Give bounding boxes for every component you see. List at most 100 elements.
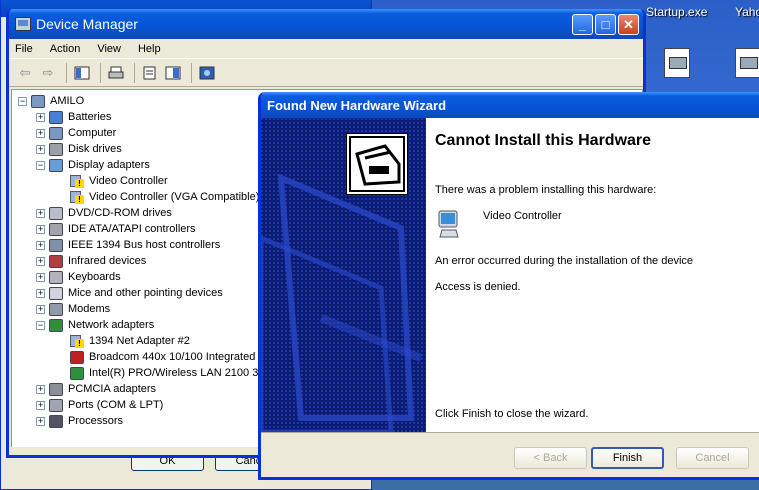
device-name: Video Controller — [483, 210, 562, 222]
tree-node-label: IDE ATA/ATAPI controllers — [68, 223, 196, 235]
tree-node-label: Processors — [68, 415, 124, 427]
collapse-icon[interactable]: − — [36, 160, 45, 170]
tree-node-label: Batteries — [68, 111, 112, 123]
mouse-icon — [49, 286, 63, 300]
tree-node-label: Intel(R) PRO/Wireless LAN 2100 3B — [89, 367, 266, 379]
processor-icon — [49, 414, 63, 428]
expand-icon[interactable]: + — [36, 208, 45, 218]
expand-icon[interactable]: + — [36, 224, 45, 234]
wizard-content-panel: Cannot Install this Hardware There was a… — [426, 118, 759, 432]
tree-node-label: Disk drives — [68, 143, 122, 155]
tree-node-label: Modems — [68, 303, 111, 315]
battery-icon — [49, 110, 63, 124]
warning-network-icon — [70, 334, 84, 348]
toolbar: ⇦ ⇨ — [9, 59, 643, 87]
tree-node-label: Video Controller — [89, 175, 168, 187]
error-text: An error occurred during the installatio… — [435, 255, 694, 267]
close-button[interactable]: ✕ — [618, 14, 639, 35]
help-icon[interactable] — [163, 63, 183, 83]
collapse-icon[interactable]: − — [36, 320, 45, 330]
tree-node-label: Ports (COM & LPT) — [68, 399, 164, 411]
wizard-heading: Cannot Install this Hardware — [435, 132, 652, 149]
tree-node-label: Mice and other pointing devices — [68, 287, 223, 299]
window-title: Device Manager — [36, 16, 138, 32]
tree-node-label: IEEE 1394 Bus host controllers — [68, 239, 221, 251]
modem-icon — [49, 302, 63, 316]
expand-icon[interactable]: + — [36, 256, 45, 266]
minimize-button[interactable]: _ — [572, 14, 593, 35]
expand-icon[interactable]: + — [36, 416, 45, 426]
menu-help[interactable]: Help — [138, 43, 161, 55]
expand-icon[interactable]: + — [36, 144, 45, 154]
computer-icon — [31, 94, 45, 108]
display-adapter-icon — [49, 158, 63, 172]
tree-node-label: Computer — [68, 127, 117, 139]
computer-icon — [49, 126, 63, 140]
tree-node-label: Video Controller (VGA Compatible) — [89, 191, 260, 203]
access-denied-text: Access is denied. — [435, 281, 521, 293]
warning-device-icon — [70, 190, 84, 204]
tree-node-label: Display adapters — [68, 159, 150, 171]
tree-node-label: PCMCIA adapters — [68, 383, 157, 395]
tree-node-label: DVD/CD-ROM drives — [68, 207, 172, 219]
ieee1394-icon — [49, 238, 63, 252]
toolbar-separator — [191, 62, 192, 83]
menu-action[interactable]: Action — [50, 43, 81, 55]
window-controls: _ □ ✕ — [572, 14, 639, 35]
warning-device-icon — [70, 174, 84, 188]
collapse-icon[interactable]: − — [18, 96, 27, 106]
keyboard-icon — [49, 270, 63, 284]
desktop-file-icon[interactable] — [735, 48, 759, 78]
network-card-icon — [70, 366, 84, 380]
wizard-button-bar: < Back Finish Cancel — [261, 432, 759, 477]
finish-button[interactable]: Finish — [591, 447, 664, 469]
expand-icon[interactable]: + — [36, 112, 45, 122]
hardware-wizard-icon — [346, 133, 408, 195]
menu-file[interactable]: File — [15, 43, 33, 55]
show-hide-console-tree-icon[interactable] — [72, 63, 92, 83]
wizard-titlebar[interactable]: Found New Hardware Wizard — [261, 92, 759, 118]
finish-hint-text: Click Finish to close the wizard. — [435, 408, 589, 420]
expand-icon[interactable]: + — [36, 384, 45, 394]
tree-node-label: 1394 Net Adapter #2 — [89, 335, 190, 347]
back-button[interactable]: < Back — [514, 447, 587, 469]
tree-node-label: Infrared devices — [68, 255, 147, 267]
disabled-network-icon — [70, 350, 84, 364]
wizard-side-banner — [261, 118, 426, 432]
print-icon[interactable] — [106, 63, 126, 83]
infrared-icon — [49, 254, 63, 268]
tree-node-label: Broadcom 440x 10/100 Integrated — [89, 351, 256, 363]
tree-node-label: Keyboards — [68, 271, 121, 283]
expand-icon[interactable]: + — [36, 400, 45, 410]
toolbar-separator — [100, 62, 101, 83]
toolbar-separator — [66, 62, 67, 83]
forward-arrow-icon[interactable]: ⇨ — [38, 63, 58, 83]
network-adapter-icon — [49, 318, 63, 332]
expand-icon[interactable]: + — [36, 304, 45, 314]
desktop-icon-label-startup[interactable]: Startup.exe — [646, 5, 707, 19]
device-manager-titlebar[interactable]: Device Manager _ □ ✕ — [9, 9, 643, 39]
menu-view[interactable]: View — [97, 43, 121, 55]
device-manager-app-icon — [15, 17, 31, 31]
cancel-button[interactable]: Cancel — [676, 447, 749, 469]
expand-icon[interactable]: + — [36, 272, 45, 282]
problem-text: There was a problem installing this hard… — [435, 184, 657, 196]
disk-drive-icon — [49, 142, 63, 156]
port-icon — [49, 398, 63, 412]
pcmcia-icon — [49, 382, 63, 396]
maximize-button[interactable]: □ — [595, 14, 616, 35]
desktop-file-icon[interactable] — [664, 48, 690, 78]
expand-icon[interactable]: + — [36, 240, 45, 250]
expand-icon[interactable]: + — [36, 288, 45, 298]
desktop-icon-label-yahoo[interactable]: Yaho — [735, 5, 759, 19]
back-arrow-icon[interactable]: ⇦ — [15, 63, 35, 83]
found-new-hardware-wizard: Found New Hardware Wizard Cannot Install… — [258, 92, 759, 480]
properties-icon[interactable] — [140, 63, 160, 83]
tree-node-label: AMILO — [50, 95, 85, 107]
tree-node-label: Network adapters — [68, 319, 155, 331]
expand-icon[interactable]: + — [36, 128, 45, 138]
toolbar-separator — [134, 62, 135, 83]
cdrom-icon — [49, 206, 63, 220]
menu-bar: File Action View Help — [9, 39, 643, 59]
scan-hardware-icon[interactable] — [197, 63, 217, 83]
